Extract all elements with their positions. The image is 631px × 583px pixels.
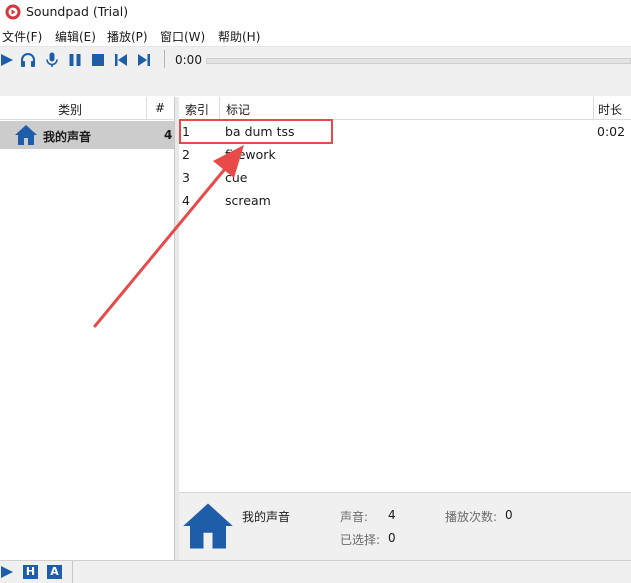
selected-label: 已选择: <box>340 533 381 547</box>
title-bar: Soundpad (Trial) <box>0 0 631 24</box>
previous-icon[interactable] <box>112 51 130 69</box>
table-row[interactable]: 4 scream <box>179 189 631 212</box>
menu-edit[interactable]: 编辑(E) <box>55 28 96 45</box>
status-bar: H A <box>0 560 631 583</box>
plays-value: 0 <box>505 508 513 522</box>
sounds-label: 声音: <box>340 510 369 524</box>
hotkeys-h-icon[interactable]: H <box>23 565 38 579</box>
row-index: 4 <box>182 193 190 208</box>
row-index: 3 <box>182 170 190 185</box>
column-separator[interactable] <box>219 97 220 119</box>
pause-icon[interactable] <box>66 51 84 69</box>
annotation-highlight-box <box>179 119 333 144</box>
menu-bar: 文件(F) 编辑(E) 播放(P) 窗口(W) 帮助(H) <box>0 24 631 47</box>
info-panel: 我的声音 声音: 4 播放次数: 0 已选择: 0 <box>179 492 631 561</box>
toolbar-separator <box>164 50 165 68</box>
home-icon <box>15 125 37 145</box>
menu-file[interactable]: 文件(F) <box>2 28 42 45</box>
category-column-header[interactable]: 类别 <box>0 101 140 118</box>
table-row[interactable]: 3 cue <box>179 166 631 189</box>
count-column-header[interactable]: # <box>155 101 165 115</box>
table-row[interactable]: 2 firework <box>179 143 631 166</box>
next-icon[interactable] <box>135 51 153 69</box>
stop-icon[interactable] <box>89 51 107 69</box>
sound-table-header: 索引 标记 时长 <box>179 97 631 120</box>
column-separator[interactable] <box>146 97 147 119</box>
window-title: Soundpad (Trial) <box>26 4 129 19</box>
column-separator[interactable] <box>593 97 594 119</box>
home-icon <box>183 503 233 549</box>
info-category-name: 我的声音 <box>242 510 291 524</box>
index-column-header[interactable]: 索引 <box>185 101 209 118</box>
sounds-value: 4 <box>388 508 396 522</box>
play-icon[interactable] <box>0 564 15 580</box>
category-item-my-sounds[interactable]: 我的声音 4 <box>0 121 174 149</box>
selected-value: 0 <box>388 531 396 545</box>
play-icon[interactable] <box>0 51 16 69</box>
sound-table: 索引 标记 时长 1 ba dum tss 0:02 2 firework 3 … <box>179 97 631 492</box>
duration-column-header[interactable]: 时长 <box>598 101 622 118</box>
plays-label: 播放次数: <box>445 510 498 524</box>
category-panel: 类别 # 我的声音 4 <box>0 97 175 560</box>
row-duration: 0:02 <box>597 124 626 139</box>
status-separator <box>72 561 73 583</box>
headphones-icon[interactable] <box>19 51 37 69</box>
menu-play[interactable]: 播放(P) <box>107 28 148 45</box>
row-index: 2 <box>182 147 190 162</box>
seek-slider[interactable] <box>206 58 631 64</box>
category-name: 我的声音 <box>43 130 92 144</box>
row-tag: firework <box>225 147 276 162</box>
soundpad-logo-icon <box>5 4 21 20</box>
category-count: 4 <box>164 128 173 142</box>
menu-window[interactable]: 窗口(W) <box>160 28 205 45</box>
category-header: 类别 # <box>0 97 174 120</box>
microphone-icon[interactable] <box>43 51 61 69</box>
row-tag: cue <box>225 170 248 185</box>
menu-help[interactable]: 帮助(H) <box>218 28 260 45</box>
toolbar: 0:00 <box>0 47 631 96</box>
playback-time: 0:00 <box>175 53 202 67</box>
row-tag: scream <box>225 193 271 208</box>
autoplay-a-icon[interactable]: A <box>47 565 62 579</box>
tag-column-header[interactable]: 标记 <box>226 101 250 118</box>
